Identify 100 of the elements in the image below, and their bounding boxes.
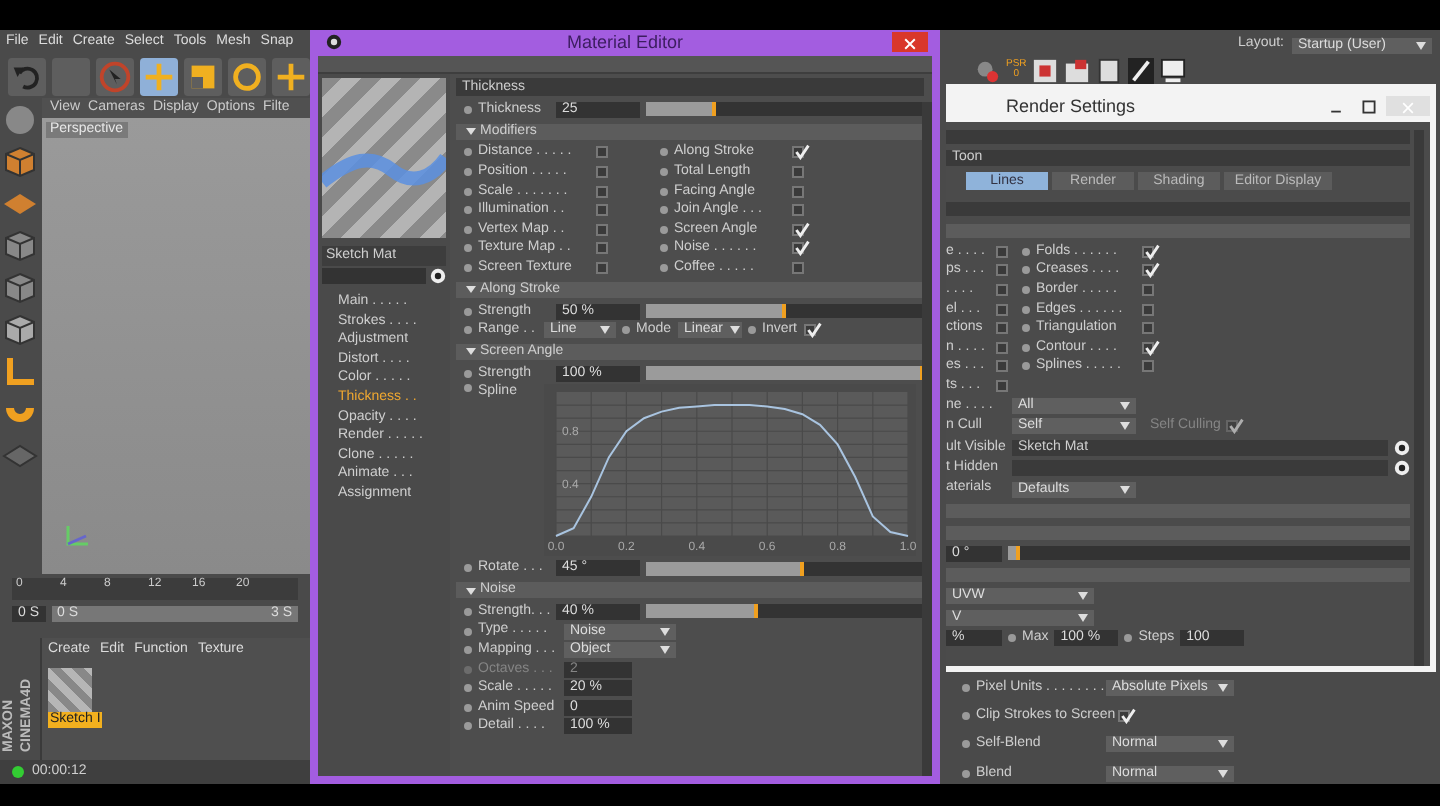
checkbox[interactable] (792, 242, 804, 255)
caret-icon (730, 326, 741, 335)
checkbox[interactable] (792, 223, 804, 236)
checkbox[interactable] (792, 146, 804, 159)
checkbox[interactable] (996, 360, 1008, 373)
animation-dot-icon (464, 326, 472, 335)
slider-track[interactable] (1008, 546, 1410, 561)
caret-icon (1218, 740, 1228, 749)
animation-dot-icon (464, 244, 472, 253)
checkbox[interactable] (1118, 710, 1130, 723)
animation-dot-icon (1022, 324, 1030, 333)
animation-dot-icon (1022, 362, 1030, 371)
checkbox[interactable] (996, 245, 1008, 258)
checkbox[interactable] (596, 242, 608, 255)
checkbox[interactable] (596, 223, 608, 236)
checkbox[interactable] (996, 283, 1008, 296)
slider-track[interactable] (646, 304, 924, 319)
checkbox[interactable] (1142, 341, 1154, 354)
checkbox[interactable] (1142, 264, 1154, 277)
cube-icon[interactable] (2, 228, 38, 264)
slider-track[interactable] (646, 561, 924, 576)
checkbox[interactable] (596, 146, 608, 159)
slider-track[interactable] (646, 604, 924, 619)
select-cursor-icon[interactable] (96, 57, 134, 95)
checkbox[interactable] (596, 204, 608, 217)
checkbox[interactable] (792, 261, 804, 274)
animation-dot-icon (962, 683, 970, 692)
checkbox[interactable] (1142, 245, 1154, 258)
animation-dot-icon (464, 167, 472, 176)
maximize-icon (1361, 100, 1375, 115)
animation-dot-icon (660, 244, 668, 253)
checkbox[interactable] (996, 264, 1008, 277)
render-picture-icon[interactable] (1064, 57, 1091, 83)
plus-icon[interactable] (272, 57, 310, 95)
expand-triangle-icon[interactable] (466, 346, 476, 357)
animation-dot-icon (464, 703, 472, 712)
corner-icon[interactable] (2, 354, 38, 390)
undo-icon[interactable] (8, 57, 46, 95)
checkbox[interactable] (996, 303, 1008, 316)
animation-dot-icon (962, 740, 970, 749)
expand-triangle-icon[interactable] (466, 585, 476, 596)
animation-dot-icon (464, 383, 472, 392)
checkbox[interactable] (996, 341, 1008, 354)
material-thumbnail[interactable] (48, 668, 92, 712)
pen-icon[interactable] (1128, 57, 1155, 83)
cube-icon[interactable] (2, 270, 38, 306)
close-icon (904, 37, 916, 50)
checkbox[interactable] (996, 379, 1008, 392)
render-region-icon[interactable] (974, 57, 1000, 83)
animation-dot-icon (464, 722, 472, 731)
checkbox[interactable] (596, 185, 608, 198)
cube-icon[interactable] (2, 144, 38, 180)
caret-icon (1218, 769, 1228, 778)
slider-track[interactable] (646, 102, 924, 117)
animation-dot-icon (464, 225, 472, 234)
caret-icon (1078, 592, 1088, 601)
checkbox[interactable] (792, 204, 804, 217)
animation-dot-icon (660, 148, 668, 157)
checkbox[interactable] (1226, 420, 1239, 433)
scrollbar[interactable] (922, 102, 932, 776)
animation-dot-icon (1022, 247, 1030, 256)
checkbox[interactable] (996, 322, 1008, 335)
animation-dot-icon (1022, 266, 1030, 275)
animation-dot-icon (660, 263, 668, 272)
status-light-icon (12, 766, 24, 778)
animation-dot-icon (464, 187, 472, 196)
close-button[interactable] (892, 32, 928, 52)
expand-triangle-icon[interactable] (466, 126, 476, 137)
animation-dot-icon (660, 167, 668, 176)
caret-icon (1218, 683, 1228, 692)
caret-icon (600, 326, 610, 335)
monitor-icon[interactable] (1160, 57, 1187, 83)
document-icon[interactable] (1096, 57, 1123, 83)
app-logo-icon (326, 34, 342, 50)
checkbox[interactable] (1142, 322, 1154, 335)
render-view-icon[interactable] (1032, 57, 1059, 83)
checkbox[interactable] (596, 261, 608, 274)
caret-icon (1120, 422, 1130, 431)
caret-icon (1416, 41, 1426, 49)
expand-triangle-icon[interactable] (466, 284, 476, 295)
animation-dot-icon (464, 105, 472, 114)
rotate-icon[interactable] (228, 57, 266, 95)
checkbox[interactable] (1142, 360, 1154, 373)
scrollbar[interactable] (1414, 130, 1424, 666)
checkbox[interactable] (804, 324, 816, 337)
checkbox[interactable] (1142, 283, 1154, 296)
checkbox[interactable] (596, 165, 608, 178)
animation-dot-icon (464, 369, 472, 378)
scale-icon[interactable] (184, 57, 222, 95)
animation-dot-icon (748, 326, 756, 335)
animation-dot-icon (660, 206, 668, 215)
pick-icon[interactable] (430, 268, 446, 285)
animation-dot-icon (464, 564, 472, 573)
animation-dot-icon (464, 307, 472, 316)
sphere-icon[interactable] (2, 102, 38, 138)
cube-icon[interactable] (2, 312, 38, 348)
checkbox[interactable] (792, 165, 804, 178)
checkbox[interactable] (792, 185, 804, 198)
move-icon[interactable] (140, 57, 178, 95)
checkbox[interactable] (1142, 303, 1154, 316)
